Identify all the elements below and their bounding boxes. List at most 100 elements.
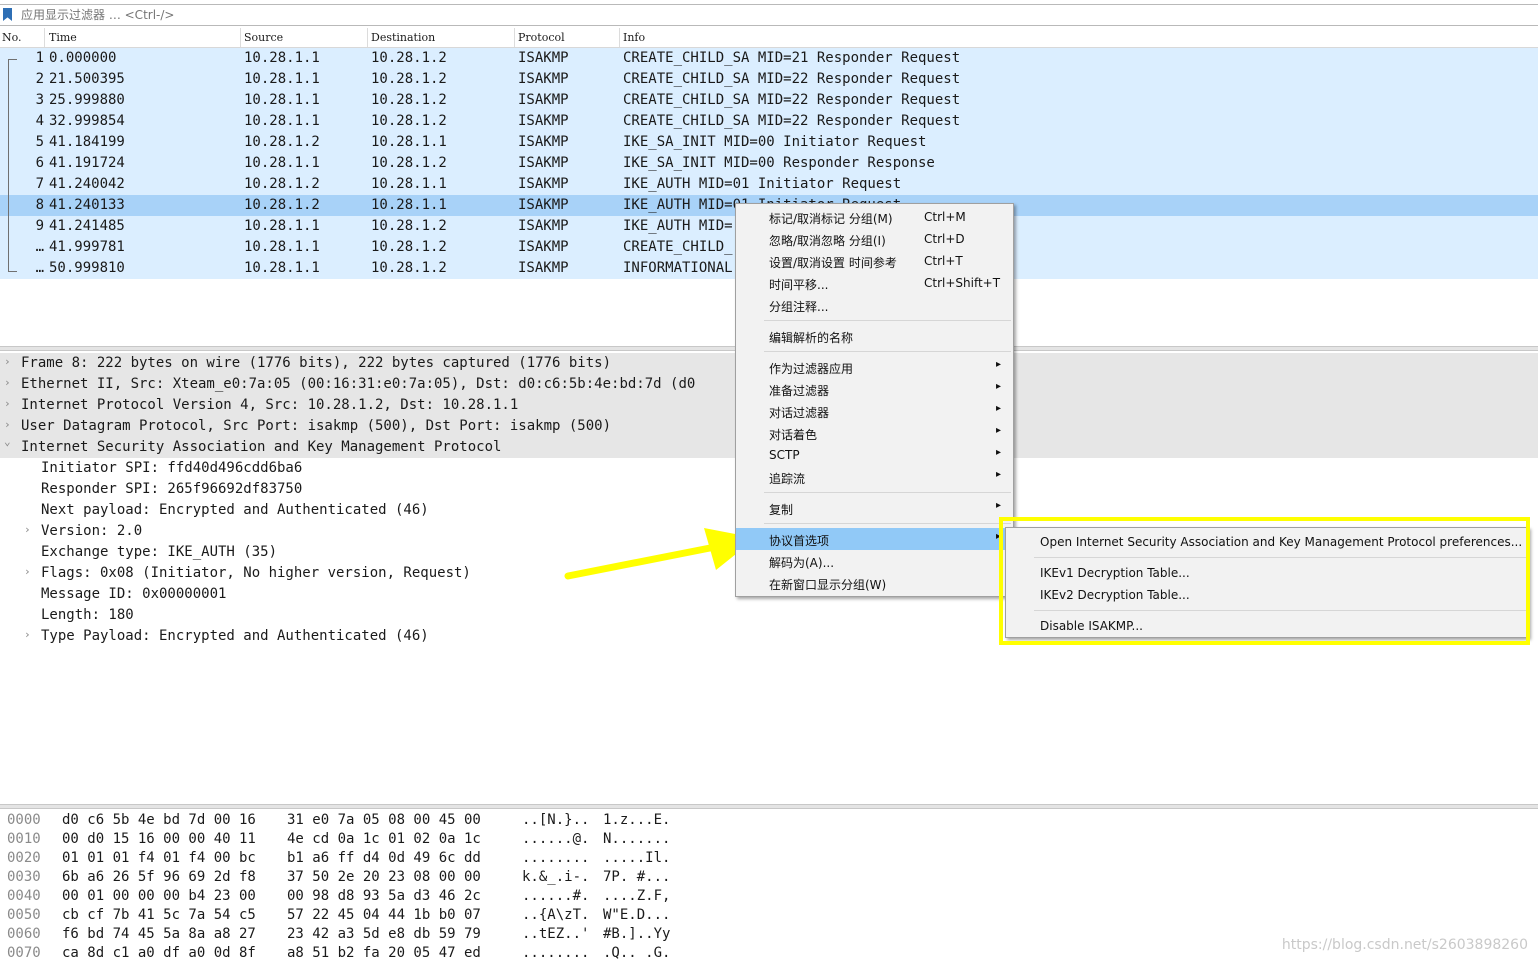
column-divider[interactable] [44, 28, 45, 47]
column-divider[interactable] [240, 28, 241, 47]
column-header-source[interactable]: Source [244, 31, 283, 45]
display-filter-input[interactable] [17, 5, 1525, 25]
packet-time: 50.999810 [49, 260, 125, 276]
packet-time: 41.241485 [49, 218, 125, 234]
expand-right-icon[interactable]: › [4, 397, 11, 410]
context-menu-item[interactable]: 解码为(A)... [736, 550, 1013, 572]
context-menu-item[interactable]: 分组注释... [736, 294, 1013, 316]
column-header-destination[interactable]: Destination [371, 31, 435, 45]
context-menu-item[interactable]: SCTP ▸ [736, 444, 1013, 466]
column-divider[interactable] [367, 28, 368, 47]
packet-row[interactable]: 5 41.184199 10.28.1.2 10.28.1.1 ISAKMP IKE_SA… [0, 132, 1538, 153]
context-menu-item[interactable]: 复制 ▸ [736, 497, 1013, 519]
packet-no: 9 [35, 218, 44, 234]
menu-item-label: 协议首选项 [769, 534, 830, 548]
packet-destination: 10.28.1.2 [371, 50, 447, 66]
hex-bytes-2: 23 42 a3 5d e8 db 59 79 [287, 926, 481, 942]
packet-source: 10.28.1.1 [244, 50, 320, 66]
submenu-arrow-icon: ▸ [995, 381, 1001, 392]
context-menu-item[interactable]: 编辑解析的名称 [736, 325, 1013, 347]
context-menu-item[interactable]: 在新窗口显示分组(W) [736, 572, 1013, 594]
context-menu-item[interactable]: 时间平移... Ctrl+Shift+T [736, 272, 1013, 294]
context-menu-item[interactable]: 忽略/取消忽略 分组(I) Ctrl+D [736, 228, 1013, 250]
hex-row: 0050 cb cf 7b 41 5c 7a 54 c5 57 22 45 04 4… [0, 906, 1538, 925]
hex-offset: 0030 [7, 869, 41, 885]
packet-row[interactable]: 3 25.999880 10.28.1.1 10.28.1.2 ISAKMP CREATE… [0, 90, 1538, 111]
menu-separator [764, 492, 1011, 493]
packet-no: 4 [35, 113, 44, 129]
column-header-protocol[interactable]: Protocol [518, 31, 565, 45]
hex-ascii-1: ........ [522, 945, 590, 961]
detail-text: Internet Security Association and Key Ma… [21, 439, 502, 455]
bookmark-icon[interactable] [3, 8, 12, 21]
packet-row[interactable]: 1 0.000000 10.28.1.1 10.28.1.2 ISAKMP CREATE_… [0, 48, 1538, 69]
expand-right-icon[interactable]: › [24, 628, 31, 641]
packet-protocol: ISAKMP [518, 113, 569, 129]
packet-row[interactable]: 4 32.999854 10.28.1.1 10.28.1.2 ISAKMP CREATE… [0, 111, 1538, 132]
packet-row[interactable]: 7 41.240042 10.28.1.2 10.28.1.1 ISAKMP IKE_AU… [0, 174, 1538, 195]
packet-no: 1 [35, 50, 44, 66]
expand-right-icon[interactable]: › [24, 523, 31, 536]
submenu-arrow-icon: ▸ [995, 359, 1001, 370]
hex-ascii-1: ......@. [522, 831, 590, 847]
menu-separator [764, 320, 1011, 321]
expand-right-icon[interactable]: › [4, 376, 11, 389]
packet-source: 10.28.1.1 [244, 92, 320, 108]
detail-text: Flags: 0x08 (Initiator, No higher versio… [41, 565, 471, 581]
submenu-arrow-icon: ▸ [995, 500, 1001, 511]
hex-ascii-1: ......#. [522, 888, 590, 904]
column-divider[interactable] [514, 28, 515, 47]
expand-right-icon[interactable]: › [4, 418, 11, 431]
hex-offset: 0060 [7, 926, 41, 942]
hex-row: 0040 00 01 00 00 00 b4 23 00 00 98 d8 93 5… [0, 887, 1538, 906]
menu-item-label: 作为过滤器应用 [769, 362, 854, 376]
context-menu-item[interactable]: 对话过滤器 ▸ [736, 400, 1013, 422]
packet-info: CREATE_CHILD_SA MID=22 Responder Request [623, 113, 961, 129]
hex-offset: 0040 [7, 888, 41, 904]
column-header-time[interactable]: Time [49, 31, 77, 45]
submenu-arrow-icon: ▸ [995, 403, 1001, 414]
context-menu-item[interactable]: 追踪流 ▸ [736, 466, 1013, 488]
context-menu-item[interactable]: 标记/取消标记 分组(M) Ctrl+M [736, 206, 1013, 228]
packet-row[interactable]: 6 41.191724 10.28.1.1 10.28.1.2 ISAKMP IKE_SA… [0, 153, 1538, 174]
packet-info: CREATE_CHILD_SA MID=22 Responder Request [623, 71, 961, 87]
menu-separator [764, 523, 1011, 524]
packet-destination: 10.28.1.2 [371, 92, 447, 108]
hex-bytes-2: 00 98 d8 93 5a d3 46 2c [287, 888, 481, 904]
packet-protocol: ISAKMP [518, 71, 569, 87]
context-menu-item[interactable]: 协议首选项 ▸ [736, 528, 1013, 550]
column-divider[interactable] [619, 28, 620, 47]
menu-item-label: 编辑解析的名称 [769, 331, 854, 345]
context-menu-item[interactable]: 对话着色 ▸ [736, 422, 1013, 444]
expand-down-icon[interactable]: ⌄ [4, 435, 11, 448]
menu-separator [764, 351, 1011, 352]
packet-destination: 10.28.1.2 [371, 155, 447, 171]
packet-source: 10.28.1.1 [244, 218, 320, 234]
context-menu-item[interactable]: 作为过滤器应用 ▸ [736, 356, 1013, 378]
expand-right-icon[interactable]: › [4, 355, 11, 368]
menu-item-label: 对话着色 [769, 428, 818, 442]
packet-context-menu: 标记/取消标记 分组(M) Ctrl+M 忽略/取消忽略 分组(I) Ctrl+D 设置… [735, 203, 1014, 597]
packet-time: 41.999781 [49, 239, 125, 255]
pane-splitter[interactable] [0, 804, 1538, 809]
arrow-shaft [564, 544, 714, 580]
submenu-arrow-icon: ▸ [995, 425, 1001, 436]
packet-destination: 10.28.1.1 [371, 176, 447, 192]
packet-no: 2 [35, 71, 44, 87]
hex-ascii-1: ..tEZ..' [522, 926, 590, 942]
column-header-info[interactable]: Info [623, 31, 645, 45]
detail-text: Internet Protocol Version 4, Src: 10.28.… [21, 397, 519, 413]
packet-row[interactable]: 2 21.500395 10.28.1.1 10.28.1.2 ISAKMP CREATE… [0, 69, 1538, 90]
packet-time: 25.999880 [49, 92, 125, 108]
column-header-no[interactable]: No. [2, 31, 22, 45]
hex-ascii-2: .....Il. [603, 850, 671, 866]
expand-right-icon[interactable]: › [24, 565, 31, 578]
context-menu-item[interactable]: 设置/取消设置 时间参考 Ctrl+T [736, 250, 1013, 272]
context-menu-item[interactable]: 准备过滤器 ▸ [736, 378, 1013, 400]
packet-protocol: ISAKMP [518, 134, 569, 150]
hex-offset: 0010 [7, 831, 41, 847]
packet-source: 10.28.1.2 [244, 176, 320, 192]
menu-item-label: 时间平移... [769, 278, 829, 292]
annotation-highlight-box [999, 517, 1530, 645]
packet-info: IKE_SA_INIT MID=00 Initiator Request [623, 134, 927, 150]
